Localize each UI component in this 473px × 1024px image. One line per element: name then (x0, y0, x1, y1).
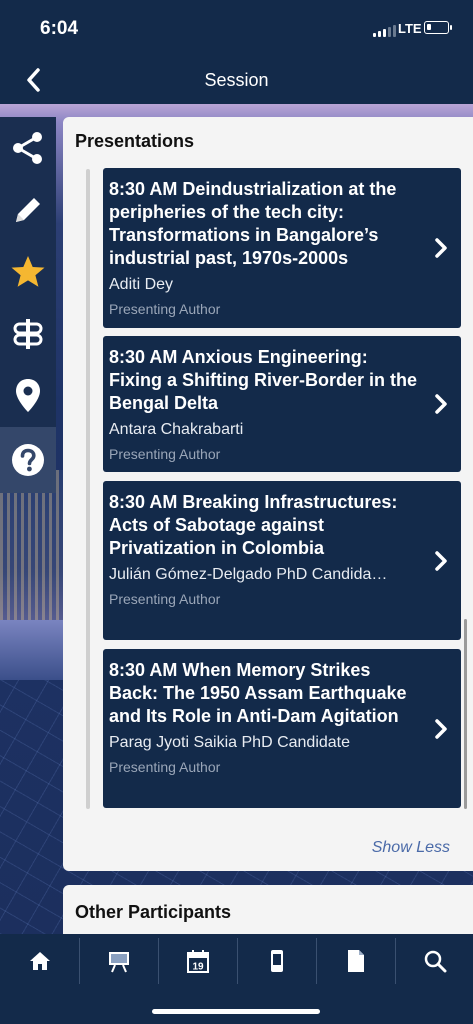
tab-device[interactable] (237, 934, 316, 988)
status-bar: 6:04 LTE (0, 0, 473, 56)
presentation-role: Presenting Author (109, 446, 221, 462)
battery-icon (424, 21, 452, 34)
home-icon (29, 952, 50, 970)
presentation-role: Presenting Author (109, 759, 221, 775)
page-title: Session (204, 70, 269, 90)
presentation-author: Parag Jyoti Saikia PhD Candidate (109, 734, 351, 751)
help-button[interactable] (0, 427, 56, 493)
presentation-role: Presenting Author (109, 301, 221, 317)
presentations-heading: Presentations (75, 131, 195, 151)
share-button[interactable] (0, 117, 56, 179)
presentation-board-icon (108, 952, 129, 973)
show-less-link[interactable]: Show Less (372, 839, 450, 857)
favorite-button[interactable] (0, 241, 56, 303)
presentation-author: Aditi Dey (109, 276, 174, 293)
presentation-item[interactable]: 8:30 AM Breaking Infrastructures: Acts o… (103, 481, 461, 640)
presentation-author: Julián Gómez-Delgado PhD Candida… (109, 566, 388, 583)
background-water (0, 620, 70, 680)
tab-presentations[interactable] (79, 934, 158, 988)
search-icon (424, 950, 446, 973)
presentation-title: 8:30 AM Deindustrialization at the perip… (109, 179, 397, 268)
directions-button[interactable] (0, 303, 56, 365)
background-city-skyline (0, 470, 70, 640)
note-button[interactable] (0, 179, 56, 241)
mobile-device-icon (270, 950, 283, 972)
tab-search[interactable] (395, 934, 473, 988)
presentation-role: Presenting Author (109, 591, 221, 607)
timeline-track (86, 169, 90, 809)
home-indicator[interactable] (152, 1009, 320, 1014)
location-button[interactable] (0, 365, 56, 427)
star-icon (11, 256, 45, 287)
chevron-right-icon (435, 394, 447, 414)
tab-schedule[interactable]: 19 (158, 934, 237, 988)
chevron-right-icon (435, 238, 447, 258)
signal-icon (373, 25, 396, 37)
tab-documents[interactable] (316, 934, 395, 988)
share-icon (13, 132, 42, 164)
scrollbar[interactable] (464, 619, 467, 809)
presentation-item[interactable]: 8:30 AM Anxious Engineering: Fixing a Sh… (103, 336, 461, 472)
presentation-item[interactable]: 8:30 AM When Memory Strikes Back: The 19… (103, 649, 461, 808)
presentation-item[interactable]: 8:30 AM Deindustrialization at the perip… (103, 168, 461, 328)
navigation-bar: Session (0, 56, 473, 104)
presentation-title: 8:30 AM Anxious Engineering: Fixing a Sh… (109, 347, 418, 413)
location-pin-icon (16, 379, 40, 412)
signpost-icon (13, 319, 43, 349)
network-type: LTE (398, 21, 422, 36)
document-icon (347, 950, 364, 972)
other-participants-card[interactable]: Other Participants (63, 885, 473, 935)
help-icon (12, 444, 44, 476)
calendar-day: 19 (192, 962, 204, 973)
tab-home[interactable] (0, 934, 79, 988)
presentations-card: Presentations 8:30 AM Deindustrializatio… (63, 117, 473, 871)
chevron-right-icon (435, 550, 447, 571)
other-participants-heading: Other Participants (75, 902, 232, 922)
presentation-author: Antara Chakrabarti (109, 421, 244, 438)
presentation-title: 8:30 AM Breaking Infrastructures: Acts o… (109, 492, 398, 558)
calendar-icon: 19 (186, 950, 209, 973)
status-time: 6:04 (40, 18, 79, 39)
tool-rail (0, 117, 56, 493)
pencil-icon (16, 198, 40, 222)
presentation-title: 8:30 AM When Memory Strikes Back: The 19… (109, 660, 407, 726)
chevron-right-icon (435, 718, 447, 739)
